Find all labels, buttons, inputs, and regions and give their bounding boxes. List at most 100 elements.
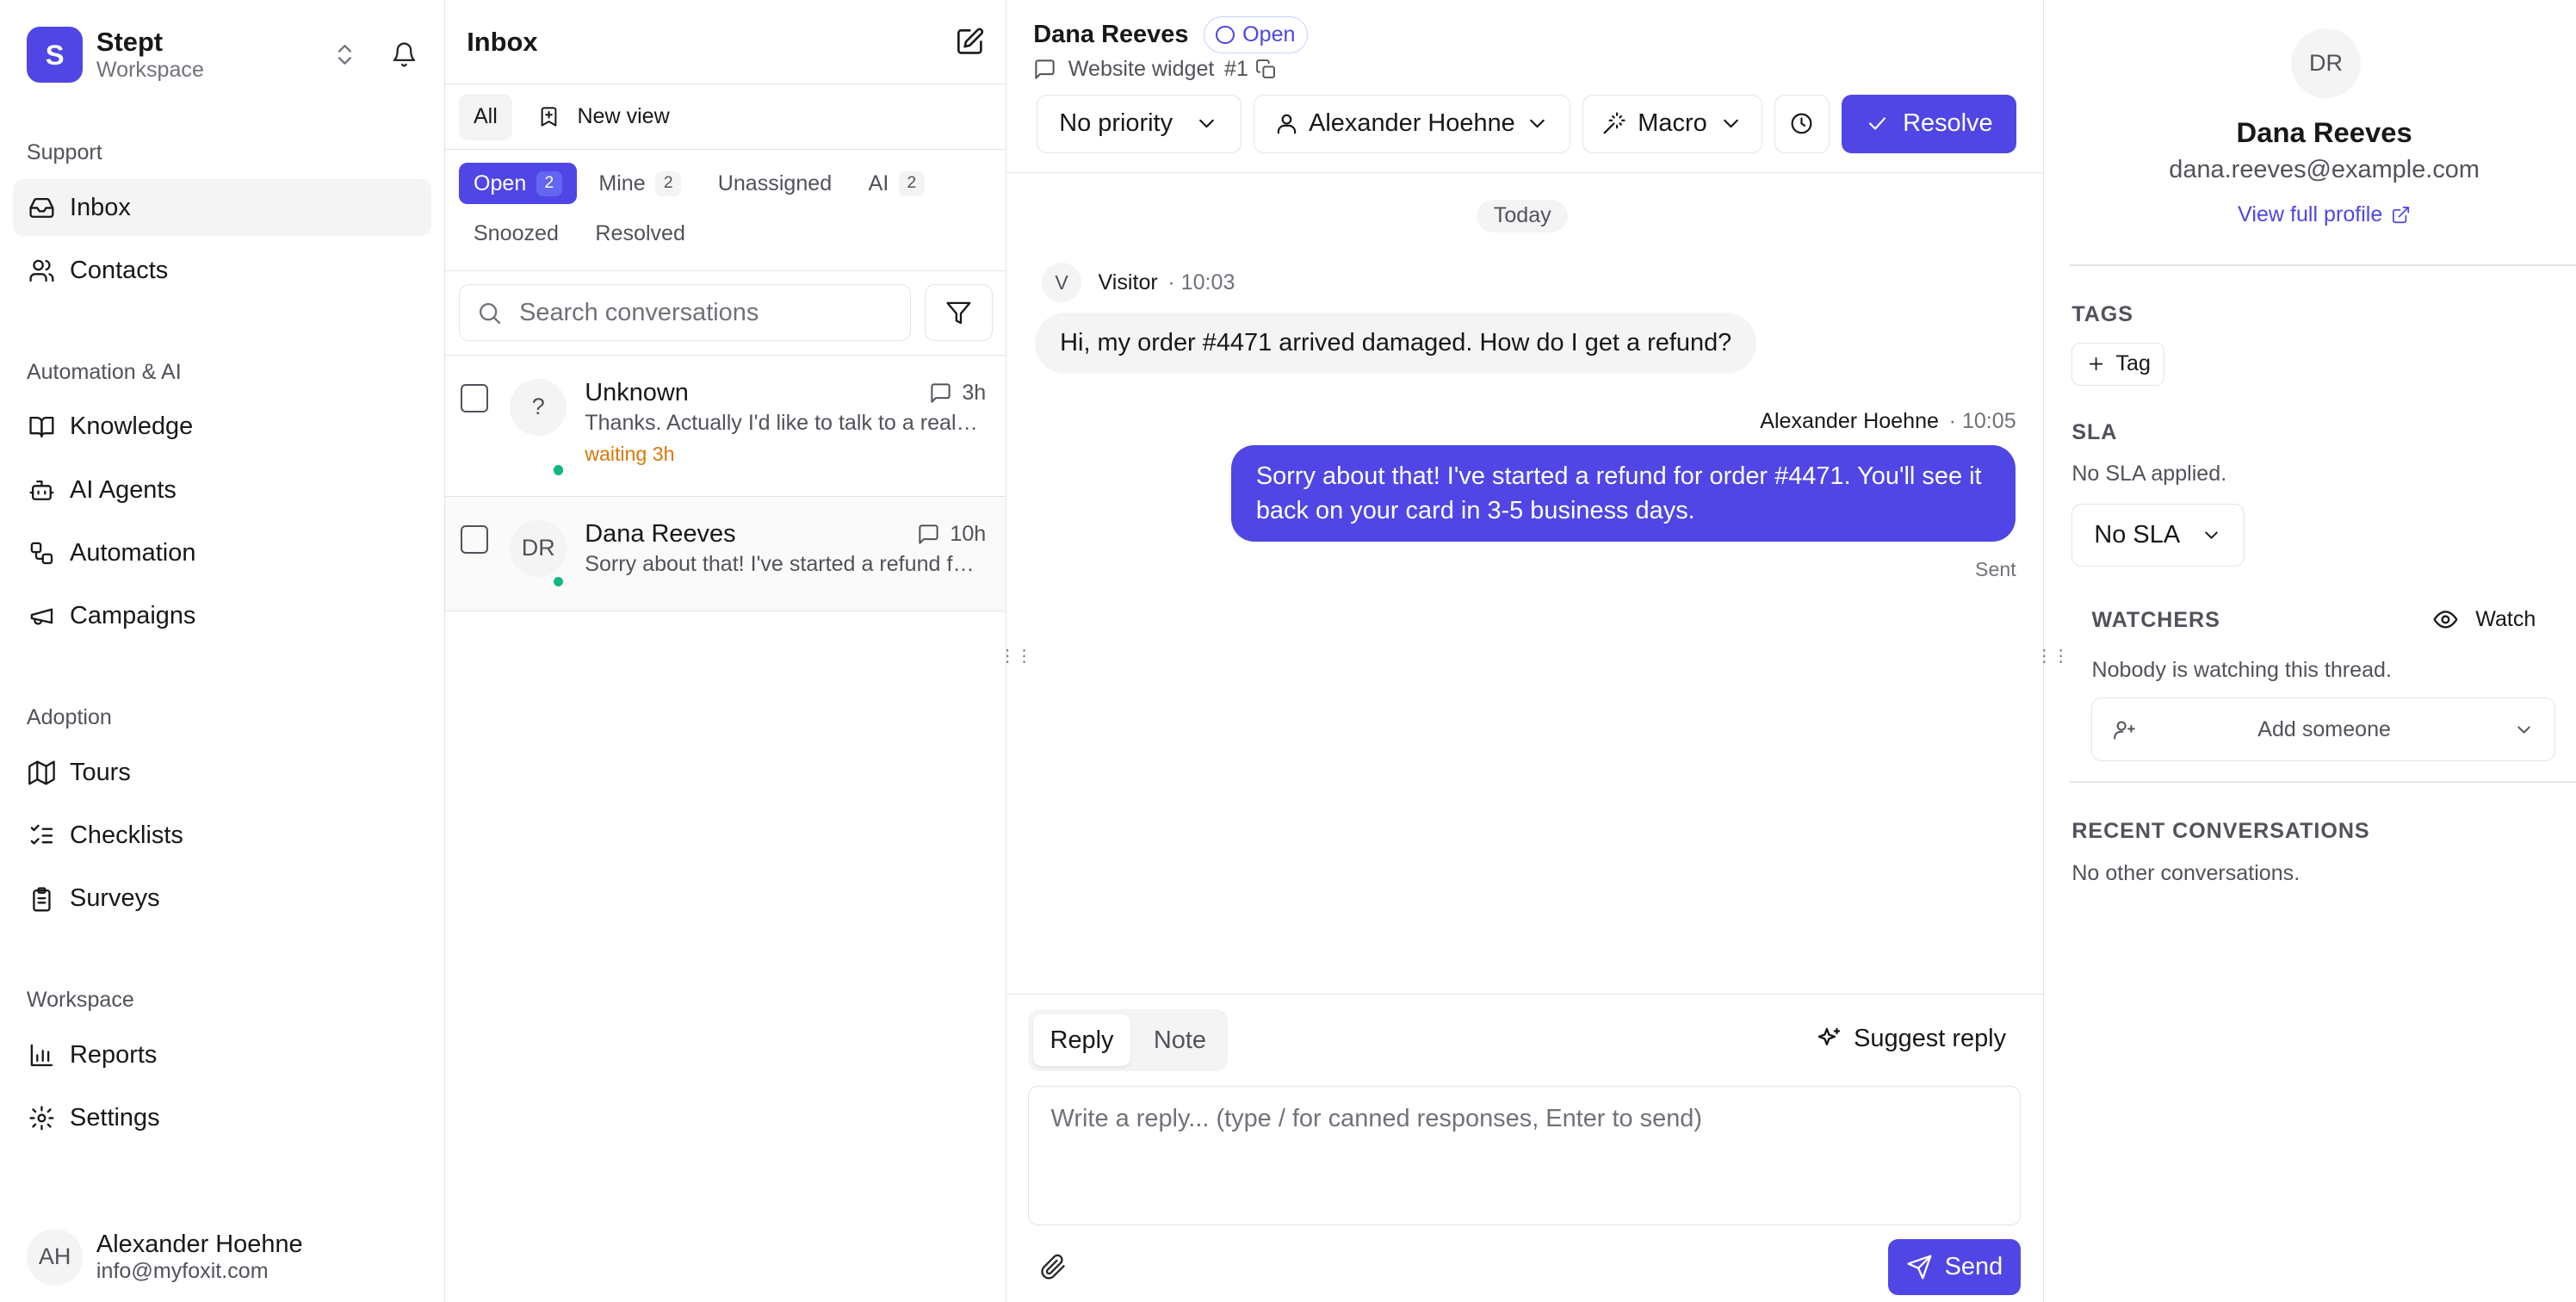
contact-details-panel: DR Dana Reeves dana.reeves@example.com V… bbox=[2044, 0, 2576, 1302]
message-square-icon bbox=[1035, 59, 1055, 79]
filter-label: Open bbox=[473, 170, 527, 195]
conversation-thread: Dana Reeves Open Website widget #1 No pr… bbox=[1006, 0, 2069, 1302]
nav-item-ai-agents[interactable]: AI Agents bbox=[13, 462, 430, 518]
clock-icon bbox=[1791, 113, 1812, 134]
sidebar: S Stept Workspace Support Inbox Contacts… bbox=[0, 0, 446, 1302]
search-icon bbox=[479, 302, 501, 324]
watchers-text: Nobody is watching this thread. bbox=[2091, 658, 2392, 683]
macro-select[interactable]: Macro bbox=[1582, 95, 1763, 153]
search-input[interactable]: Search conversations bbox=[458, 284, 912, 342]
chevrons-up-down-icon[interactable] bbox=[331, 41, 358, 68]
megaphone-icon bbox=[30, 609, 53, 626]
conversation-item[interactable]: DR Dana Reeves 10h Sorry about that! I'v… bbox=[445, 496, 1006, 612]
add-tag-button[interactable]: Tag bbox=[2071, 342, 2165, 386]
filter-count: 2 bbox=[536, 170, 562, 196]
chevron-down-icon bbox=[2205, 531, 2218, 539]
tab-reply[interactable]: Reply bbox=[1033, 1014, 1130, 1066]
status-badge[interactable]: Open bbox=[1203, 16, 1309, 53]
nav-item-knowledge[interactable]: Knowledge bbox=[13, 399, 430, 456]
nav-item-inbox[interactable]: Inbox bbox=[13, 179, 431, 237]
chevron-down-icon bbox=[2517, 726, 2530, 734]
nav-item-automation[interactable]: Automation bbox=[13, 525, 430, 582]
conversation-time: 3h bbox=[962, 380, 987, 405]
new-view-label: New view bbox=[577, 104, 670, 129]
visitor-time: · 10:03 bbox=[1167, 270, 1235, 294]
filter-unassigned[interactable]: Unassigned bbox=[703, 163, 846, 204]
watch-button[interactable]: Watch bbox=[2432, 606, 2536, 633]
filter-ai[interactable]: AI 2 bbox=[853, 163, 939, 204]
nav-item-contacts[interactable]: Contacts bbox=[13, 243, 430, 300]
add-watcher-select[interactable]: Add someone bbox=[2091, 698, 2555, 761]
avatar: DR bbox=[2291, 28, 2362, 98]
sla-select[interactable]: No SLA bbox=[2071, 503, 2245, 567]
nav-item-reports[interactable]: Reports bbox=[13, 1027, 430, 1084]
conversation-item[interactable]: ? Unknown 3h Thanks. Actually I'd like t… bbox=[445, 356, 1006, 497]
snooze-button[interactable] bbox=[1774, 95, 1830, 153]
message-square-icon bbox=[919, 524, 938, 544]
nav-item-campaigns[interactable]: Campaigns bbox=[13, 588, 430, 645]
compose-icon[interactable] bbox=[955, 27, 985, 57]
filter-count: 2 bbox=[898, 170, 925, 196]
eye-icon bbox=[2433, 611, 2458, 629]
app-window: S Stept Workspace Support Inbox Contacts… bbox=[0, 0, 2576, 1302]
resolve-label: Resolve bbox=[1903, 109, 1993, 138]
priority-select[interactable]: No priority bbox=[1037, 95, 1242, 153]
assignee-select[interactable]: Alexander Hoehne bbox=[1253, 95, 1571, 153]
filter-button[interactable] bbox=[924, 284, 993, 342]
profile-name: Dana Reeves bbox=[2236, 116, 2412, 149]
profile-link-label: View full profile bbox=[2238, 202, 2383, 227]
recent-conversations-text: No other conversations. bbox=[2071, 860, 2300, 885]
resolve-button[interactable]: Resolve bbox=[1841, 95, 2016, 153]
tab-note[interactable]: Note bbox=[1137, 1014, 1223, 1066]
divider bbox=[2070, 264, 2576, 266]
nav-label: Automation bbox=[70, 539, 196, 567]
conversation-checkbox[interactable] bbox=[460, 524, 489, 554]
users-icon bbox=[29, 259, 54, 282]
sla-value: No SLA bbox=[2094, 520, 2181, 549]
nav-item-tours[interactable]: Tours bbox=[13, 745, 430, 802]
nav-section-support: Support bbox=[26, 140, 102, 165]
book-open-icon bbox=[29, 417, 54, 438]
nav-label: Tours bbox=[70, 758, 131, 786]
online-indicator bbox=[553, 576, 564, 587]
assignee-value: Alexander Hoehne bbox=[1309, 109, 1515, 138]
plus-icon bbox=[2089, 356, 2102, 371]
reply-textarea[interactable]: Write a reply... (type / for canned resp… bbox=[1028, 1086, 2022, 1226]
online-indicator bbox=[553, 465, 564, 475]
conversation-preview: Thanks. Actually I'd like to talk to a r… bbox=[585, 410, 983, 435]
view-all[interactable]: All bbox=[458, 93, 513, 140]
workspace-switcher[interactable]: S Stept Workspace bbox=[0, 0, 444, 109]
copy-icon[interactable] bbox=[1255, 59, 1277, 80]
avatar: ? bbox=[510, 378, 567, 436]
paperclip-icon[interactable] bbox=[1040, 1254, 1067, 1280]
wand-icon bbox=[1603, 112, 1625, 134]
sla-heading: SLA bbox=[2071, 420, 2118, 445]
channel-label: Website widget bbox=[1068, 56, 1215, 81]
nav-item-settings[interactable]: Settings bbox=[13, 1090, 430, 1147]
view-full-profile-link[interactable]: View full profile bbox=[2044, 202, 2576, 227]
filter-mine[interactable]: Mine 2 bbox=[584, 163, 697, 204]
agent-message: Sorry about that! I've started a refund … bbox=[1230, 445, 2016, 542]
reply-placeholder: Write a reply... (type / for canned resp… bbox=[1050, 1105, 1703, 1133]
chevron-down-icon bbox=[1724, 120, 1738, 128]
send-button[interactable]: Send bbox=[1888, 1238, 2022, 1296]
conversation-name: Unknown bbox=[585, 378, 689, 406]
watch-label: Watch bbox=[2475, 607, 2536, 632]
waiting-status: waiting 3h bbox=[585, 442, 675, 465]
user-profile[interactable]: AH Alexander Hoehne info@myfoxit.com bbox=[26, 1229, 303, 1286]
nav-item-surveys[interactable]: Surveys bbox=[13, 871, 430, 927]
filter-label: Snoozed bbox=[473, 220, 559, 245]
conversation-checkbox[interactable] bbox=[460, 383, 489, 412]
filter-resolved[interactable]: Resolved bbox=[580, 213, 700, 254]
bookmark-plus-icon bbox=[541, 107, 557, 127]
nav-label: Campaigns bbox=[70, 602, 196, 630]
nav-item-checklists[interactable]: Checklists bbox=[13, 808, 430, 865]
filter-snoozed[interactable]: Snoozed bbox=[459, 213, 574, 254]
divider bbox=[2070, 780, 2576, 783]
user-email: info@myfoxit.com bbox=[96, 1258, 269, 1283]
suggest-reply-button[interactable]: Suggest reply bbox=[1816, 1025, 2006, 1053]
bell-icon[interactable] bbox=[391, 41, 418, 68]
priority-value: No priority bbox=[1059, 109, 1173, 138]
new-view-button[interactable]: New view bbox=[523, 94, 684, 140]
filter-open[interactable]: Open 2 bbox=[458, 163, 578, 205]
